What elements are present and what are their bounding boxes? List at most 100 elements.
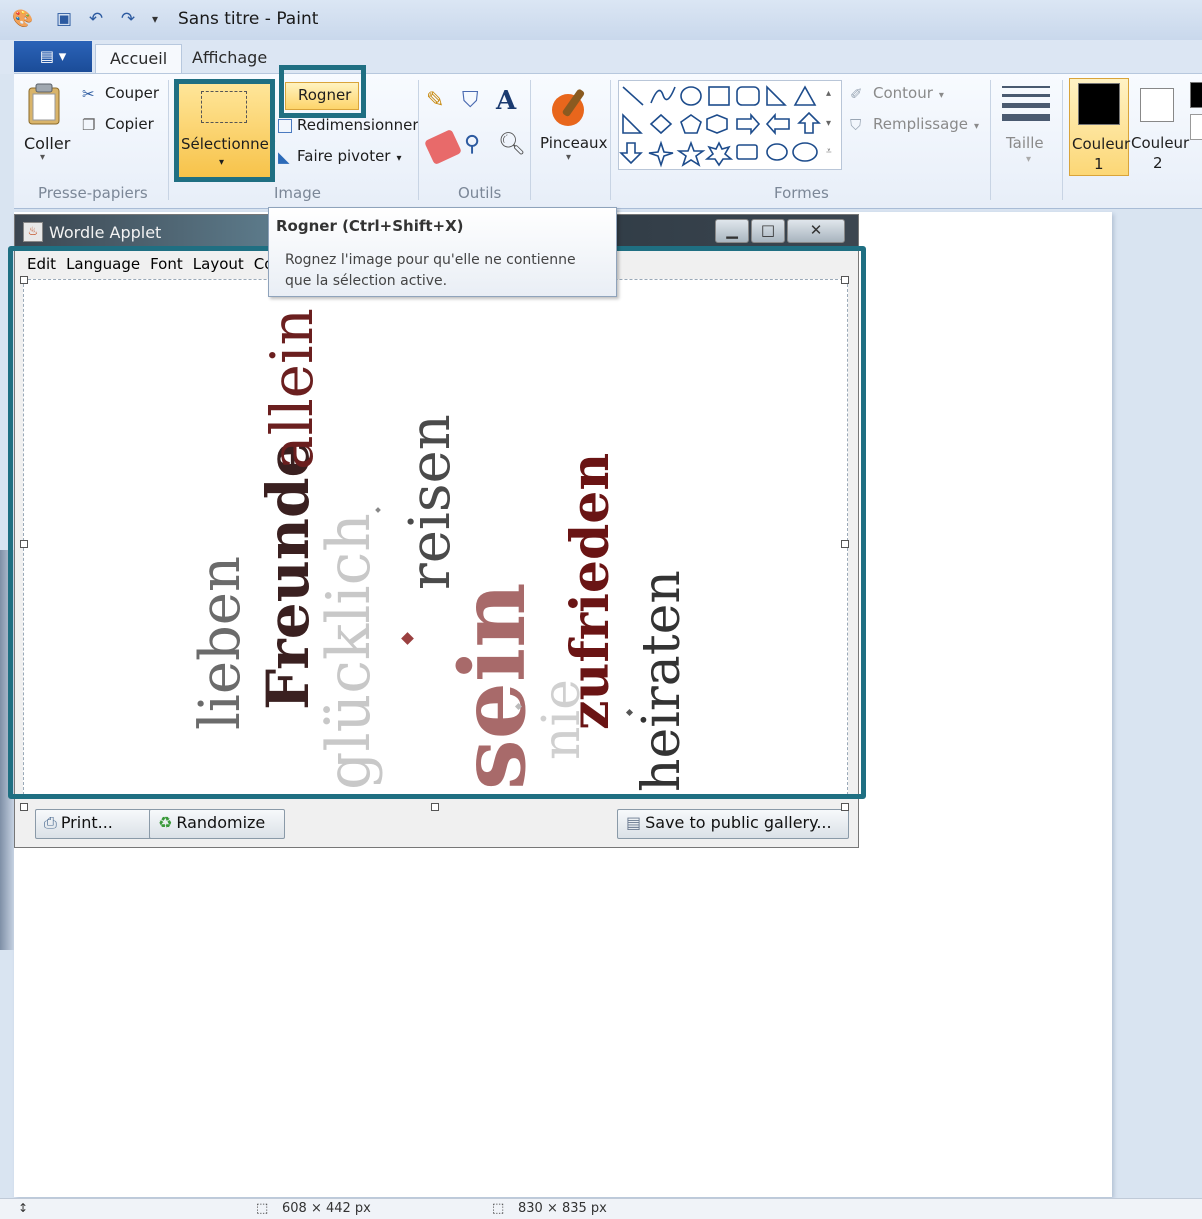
chevron-down-icon: ▾ [974, 121, 980, 132]
ribbon-separator [990, 80, 991, 200]
text-tool-icon[interactable]: A [496, 86, 526, 116]
couleur2-label: Couleur [1131, 134, 1190, 152]
save-gallery-button[interactable]: ▤ Save to public gallery... [617, 809, 849, 839]
print-label: Print... [60, 813, 113, 832]
group-label-tools: Outils [458, 184, 502, 202]
magnifier-icon[interactable]: 🔍︎ [498, 132, 528, 162]
fill-bucket-icon[interactable]: ⛉ [462, 88, 492, 118]
rotate-icon: ◣ [278, 147, 290, 166]
couper-button[interactable]: ✂ Couper [82, 84, 159, 103]
save-gallery-label: Save to public gallery... [645, 813, 832, 832]
randomize-label: Randomize [176, 813, 266, 832]
group-label-image: Image [274, 184, 321, 202]
gallery-icon: ▤ [626, 813, 642, 832]
image-size-icon: ⬚ [492, 1201, 505, 1216]
customize-qat-icon[interactable]: ▾ [145, 9, 165, 29]
selection-handle[interactable] [20, 803, 28, 811]
shapes-icons [619, 85, 821, 168]
copier-button[interactable]: ❐ Copier [82, 115, 154, 134]
palette-swatch-white[interactable] [1190, 114, 1202, 140]
randomize-icon: ♻ [158, 813, 173, 832]
chevron-down-icon: ▾ [938, 90, 944, 101]
redimensionner-label: Redimensionner [297, 116, 419, 134]
selection-size-text: 608 × 442 px [282, 1201, 371, 1216]
title-bar: 🎨 ▣ ↶ ↷ ▾ Sans titre - Paint [0, 0, 1202, 41]
contour-label: Contour [873, 84, 933, 102]
shapes-gallery[interactable] [618, 80, 842, 170]
group-label-shapes: Formes [774, 184, 829, 202]
contour-button[interactable]: ✐ Contour ▾ [850, 84, 944, 103]
gallery-expand-icon[interactable]: ⩡ [826, 146, 832, 157]
redo-icon[interactable]: ↷ [118, 9, 138, 29]
faire-pivoter-button[interactable]: ◣ Faire pivoter ▾ [278, 147, 402, 166]
taille-button[interactable]: Taille [1006, 134, 1044, 152]
applet-title: Wordle Applet [49, 223, 162, 242]
couleur1-number: 1 [1094, 155, 1104, 173]
ribbon-separator [1062, 80, 1063, 200]
couleur1-label: Couleur [1072, 135, 1131, 153]
print-button[interactable]: ⎙ Print... [35, 809, 153, 839]
paint-app-icon[interactable]: 🎨 [12, 9, 33, 29]
selection-size-icon: ⬚ [256, 1201, 269, 1216]
tooltip-title: Rogner (Ctrl+Shift+X) [276, 217, 464, 235]
cursor-icon: ↕ [18, 1201, 29, 1215]
outline-pen-icon: ✐ [850, 84, 863, 103]
close-icon[interactable]: ✕ [787, 219, 845, 243]
status-bar: ↕ ⬚ 608 × 442 px ⬚ 830 × 835 px [0, 1198, 1202, 1219]
rogner-highlight [279, 65, 366, 118]
selection-handle[interactable] [841, 803, 849, 811]
gallery-scroll-down-icon[interactable]: ▾ [826, 118, 831, 129]
selection-handle[interactable] [431, 803, 439, 811]
remplissage-button[interactable]: ⛉ Remplissage ▾ [850, 115, 979, 134]
file-menu-button[interactable]: ▤ ▾ [14, 41, 92, 72]
chevron-down-icon[interactable]: ▾ [40, 152, 45, 163]
faire-pivoter-label: Faire pivoter [297, 147, 391, 165]
color1-swatch [1078, 83, 1120, 125]
ribbon-separator [418, 80, 419, 200]
tab-affichage[interactable]: Affichage [178, 44, 281, 74]
remplissage-label: Remplissage [873, 115, 969, 133]
minimize-icon[interactable]: ▁ [715, 219, 749, 243]
couper-label: Couper [105, 84, 160, 102]
palette-swatch-black[interactable] [1190, 82, 1202, 108]
java-icon: ♨ [23, 222, 43, 242]
printer-icon: ⎙ [44, 813, 57, 832]
tooltip-description: Rognez l'image pour qu'elle ne contienne… [285, 252, 576, 289]
selection-highlight [8, 246, 866, 799]
brush-icon[interactable] [546, 82, 594, 130]
copy-icon: ❐ [82, 115, 96, 134]
coller-button[interactable]: Coller [24, 134, 70, 153]
window-title: Sans titre - Paint [178, 9, 319, 29]
undo-icon[interactable]: ↶ [86, 9, 106, 29]
pinceaux-button[interactable]: Pinceaux [540, 134, 607, 152]
resize-icon [278, 118, 292, 133]
couleur2-number: 2 [1153, 154, 1163, 172]
chevron-down-icon[interactable]: ▾ [566, 152, 571, 163]
pencil-icon[interactable]: ✎ [426, 88, 456, 118]
scissors-icon: ✂ [82, 84, 95, 103]
redimensionner-button[interactable]: Redimensionner [278, 116, 419, 134]
applet-button-bar: ⎙ Print... ♻ Randomize ▤ Save to public gal… [15, 805, 858, 845]
color2-swatch [1140, 88, 1174, 122]
chevron-down-icon[interactable]: ▾ [1026, 154, 1031, 165]
paste-icon [24, 82, 66, 126]
chevron-down-icon: ▾ [396, 153, 402, 164]
image-size-text: 830 × 835 px [518, 1201, 607, 1216]
ribbon-separator [530, 80, 531, 200]
couleur1-button[interactable]: Couleur 1 [1069, 78, 1131, 176]
copier-label: Copier [105, 115, 154, 133]
ribbon-separator [168, 80, 169, 200]
gallery-scroll-up-icon[interactable]: ▴ [826, 88, 831, 99]
couleur2-button[interactable]: Couleur 2 [1128, 78, 1190, 174]
tab-accueil[interactable]: Accueil [95, 44, 183, 75]
maximize-icon[interactable]: □ [751, 219, 785, 243]
rogner-tooltip: Rogner (Ctrl+Shift+X) Rognez l'image pou… [268, 207, 617, 297]
randomize-button[interactable]: ♻ Randomize [149, 809, 285, 839]
group-label-clipboard: Presse-papiers [38, 184, 148, 202]
color-picker-icon[interactable]: ⚲ [464, 132, 494, 162]
line-width-icon[interactable] [1002, 84, 1050, 124]
ribbon-separator [610, 80, 611, 200]
fill-icon: ⛉ [850, 115, 862, 134]
selectionner-highlight [174, 79, 275, 182]
save-icon[interactable]: ▣ [54, 9, 74, 29]
